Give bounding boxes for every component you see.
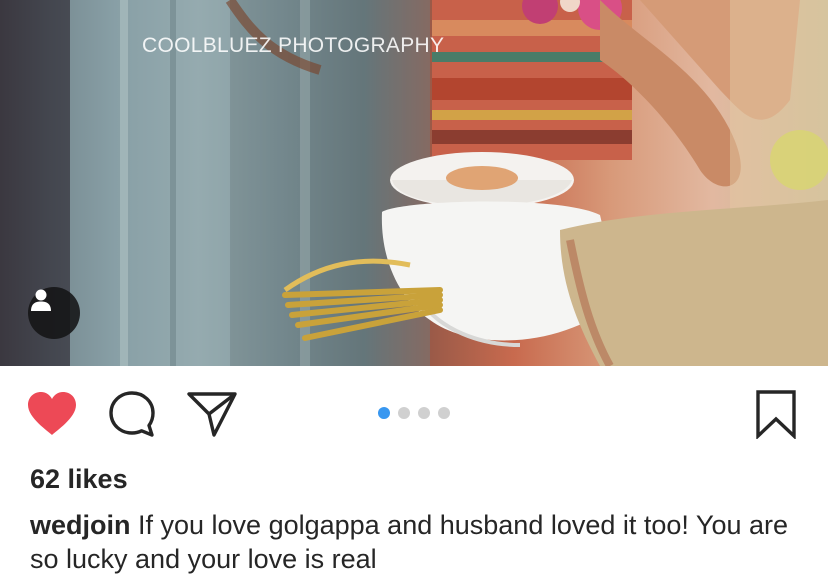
bookmark-icon — [756, 390, 796, 439]
comment-bubble-icon — [109, 391, 155, 437]
carousel-dot-active[interactable] — [378, 407, 390, 419]
comment-button[interactable] — [106, 388, 158, 440]
carousel-dot[interactable] — [398, 407, 410, 419]
carousel-indicator — [378, 407, 450, 419]
post-caption: wedjoin If you love golgappa and husband… — [30, 508, 810, 576]
heart-icon — [28, 392, 76, 435]
paper-plane-icon — [187, 392, 237, 437]
tagged-users-button[interactable] — [28, 287, 80, 339]
share-button[interactable] — [184, 388, 240, 440]
post-actions-bar — [0, 366, 828, 462]
carousel-dot[interactable] — [418, 407, 430, 419]
caption-text: If you love golgappa and husband loved i… — [30, 510, 789, 574]
caption-username[interactable]: wedjoin — [30, 510, 131, 540]
photo-watermark: COOLBLUEZ PHOTOGRAPHY — [142, 34, 445, 57]
user-icon — [31, 289, 51, 311]
post-photo[interactable]: COOLBLUEZ PHOTOGRAPHY — [0, 0, 828, 366]
like-button[interactable] — [24, 388, 80, 440]
carousel-dot[interactable] — [438, 407, 450, 419]
likes-count[interactable]: 62 likes — [30, 463, 128, 495]
save-button[interactable] — [750, 386, 802, 442]
